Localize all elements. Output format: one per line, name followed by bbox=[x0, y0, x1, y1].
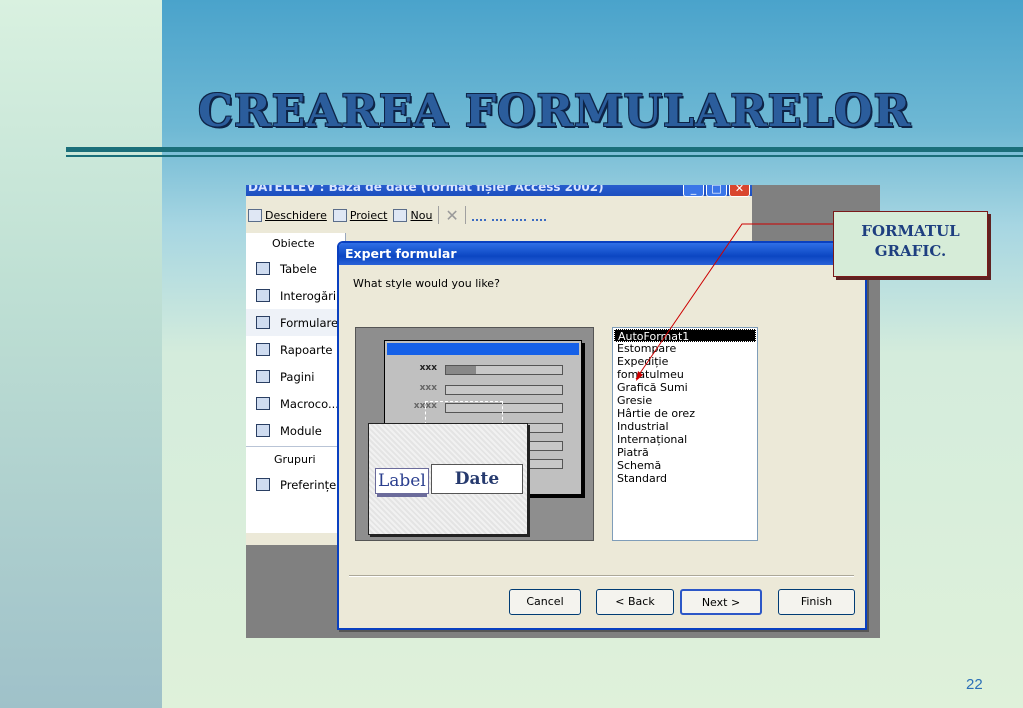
delete-icon[interactable]: ✕ bbox=[445, 206, 458, 225]
new-label: Nou bbox=[410, 208, 433, 222]
finish-button[interactable]: Finish bbox=[778, 589, 855, 615]
object-label: Tabele bbox=[280, 261, 317, 276]
object-item-macros[interactable]: Macroco... bbox=[246, 390, 345, 417]
preview-label-text: Label bbox=[375, 468, 429, 494]
form-icon bbox=[256, 316, 270, 329]
object-item-pages[interactable]: Pagini bbox=[246, 363, 345, 390]
style-option[interactable]: Industrial bbox=[614, 420, 756, 433]
new-button[interactable]: Nou bbox=[393, 208, 433, 222]
open-label: Deschidere bbox=[265, 208, 327, 222]
style-option[interactable]: Gresie bbox=[614, 394, 756, 407]
wizard-question: What style would you like? bbox=[353, 277, 500, 290]
large-icons-icon[interactable] bbox=[471, 209, 486, 221]
object-label: Macroco... bbox=[280, 396, 339, 411]
style-option[interactable]: Expediție bbox=[614, 355, 756, 368]
design-label: Proiect bbox=[349, 208, 388, 222]
style-option[interactable]: fomatulmeu bbox=[614, 368, 756, 381]
title-rule bbox=[66, 147, 1023, 152]
query-icon bbox=[256, 289, 270, 302]
access-screenshot: DATELLEV : Baza de date (format fișier A… bbox=[246, 185, 880, 638]
preview-zoom-card: Label Date bbox=[368, 423, 528, 535]
next-button[interactable]: Next > bbox=[680, 589, 762, 615]
style-listbox[interactable]: AutoFormat1 Estompare Expediție fomatulm… bbox=[612, 327, 758, 541]
favorites-icon bbox=[256, 478, 270, 491]
new-icon bbox=[393, 208, 408, 222]
minimize-button[interactable]: _ bbox=[683, 185, 704, 197]
details-view-icon[interactable] bbox=[531, 209, 546, 221]
style-preview: xxx xxx xxxx Label Date bbox=[355, 327, 594, 541]
preview-field-marker: xxx bbox=[419, 383, 437, 393]
preview-title-bar bbox=[387, 343, 579, 355]
database-toolbar: Deschidere Proiect Nou ✕ bbox=[246, 201, 752, 229]
style-option[interactable]: Schemă bbox=[614, 459, 756, 472]
style-option[interactable]: Standard bbox=[614, 472, 756, 485]
object-item-modules[interactable]: Module bbox=[246, 417, 345, 444]
style-option[interactable]: Grafică Sumi bbox=[614, 381, 756, 394]
open-button[interactable]: Deschidere bbox=[248, 208, 327, 222]
title-rule-thin bbox=[66, 155, 1023, 157]
form-wizard-dialog: Expert formular What style would you lik… bbox=[337, 241, 867, 630]
open-icon bbox=[248, 208, 262, 222]
style-option[interactable]: Piatră bbox=[614, 446, 756, 459]
style-option[interactable]: Estompare bbox=[614, 342, 756, 355]
callout-line-1: FORMATUL bbox=[861, 222, 960, 240]
style-option[interactable]: Internațional bbox=[614, 433, 756, 446]
window-controls: _ □ ✕ bbox=[683, 185, 750, 197]
callout-box: FORMATUL GRAFIC. bbox=[833, 211, 988, 277]
preview-field-row: xxx bbox=[395, 383, 575, 397]
wizard-title: Expert formular bbox=[339, 243, 865, 265]
callout-line-2: GRAFIC. bbox=[874, 242, 947, 260]
toolbar-separator bbox=[464, 206, 466, 224]
object-label: Interogări bbox=[280, 288, 337, 303]
preview-field-row: xxx bbox=[395, 363, 575, 377]
list-view-icon[interactable] bbox=[511, 209, 526, 221]
design-button[interactable]: Proiect bbox=[332, 208, 388, 222]
page-number: 22 bbox=[966, 676, 983, 693]
object-label: Module bbox=[280, 423, 322, 438]
report-icon bbox=[256, 343, 270, 356]
page-icon bbox=[256, 370, 270, 383]
preview-label-underline bbox=[377, 494, 427, 497]
group-item-favorites[interactable]: Preferințe bbox=[246, 471, 345, 498]
close-button[interactable]: ✕ bbox=[729, 185, 750, 197]
object-item-reports[interactable]: Rapoarte bbox=[246, 336, 345, 363]
pane-divider bbox=[246, 446, 345, 447]
groups-header: Grupuri bbox=[274, 453, 316, 466]
design-icon bbox=[332, 208, 347, 222]
preview-zoom-frame bbox=[425, 401, 503, 425]
object-label: Pagini bbox=[280, 369, 315, 384]
objects-pane: Obiecte Tabele Interogări Formulare Rapo… bbox=[246, 233, 346, 533]
preview-field bbox=[445, 385, 563, 395]
macro-icon bbox=[256, 397, 270, 410]
toolbar-separator bbox=[438, 206, 440, 224]
group-label: Preferințe bbox=[280, 477, 337, 492]
cancel-button[interactable]: Cancel bbox=[509, 589, 581, 615]
database-window-title: DATELLEV : Baza de date (format fișier A… bbox=[246, 185, 752, 196]
object-item-tables[interactable]: Tabele bbox=[246, 255, 345, 282]
style-option[interactable]: Hârtie de orez bbox=[614, 407, 756, 420]
object-item-queries[interactable]: Interogări bbox=[246, 282, 345, 309]
style-option[interactable]: AutoFormat1 bbox=[614, 329, 756, 343]
back-button[interactable]: < Back bbox=[596, 589, 674, 615]
small-icons-icon[interactable] bbox=[491, 209, 506, 221]
slide-side-strip bbox=[0, 0, 162, 708]
wizard-separator bbox=[349, 575, 854, 577]
maximize-button[interactable]: □ bbox=[706, 185, 727, 197]
object-label: Formulare bbox=[280, 315, 339, 330]
preview-date-text: Date bbox=[431, 464, 523, 494]
object-item-forms[interactable]: Formulare bbox=[246, 309, 345, 336]
object-label: Rapoarte bbox=[280, 342, 333, 357]
slide-title: CREAREA FORMULARELOR bbox=[198, 86, 912, 137]
preview-field bbox=[445, 365, 563, 375]
module-icon bbox=[256, 424, 270, 437]
table-icon bbox=[256, 262, 270, 275]
objects-header: Obiecte bbox=[272, 237, 315, 250]
preview-field-marker: xxx bbox=[419, 363, 437, 373]
